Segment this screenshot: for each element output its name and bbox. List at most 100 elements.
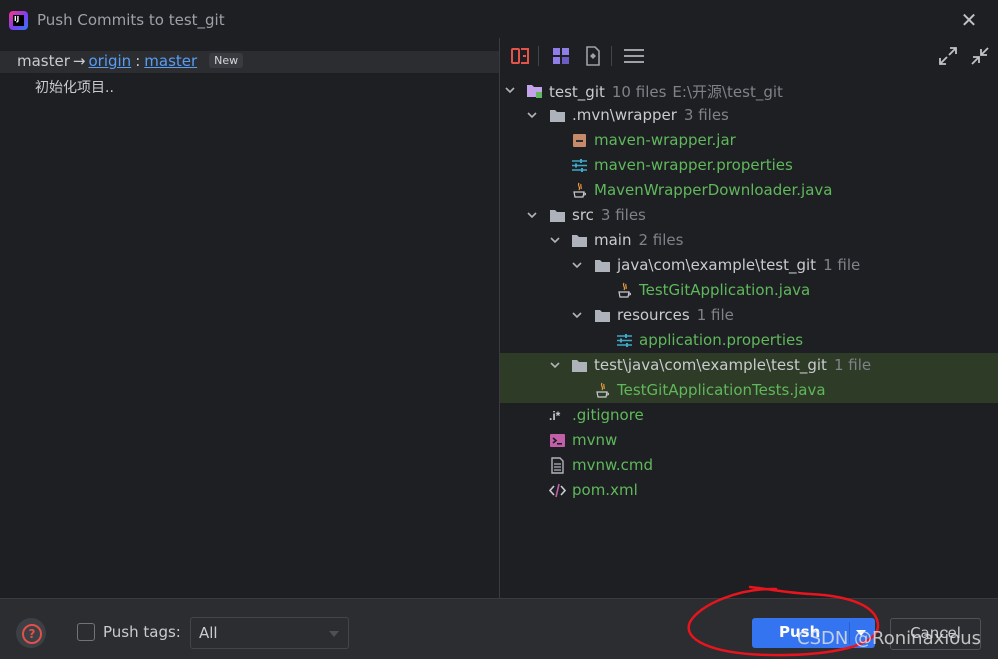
java-icon	[618, 282, 632, 298]
list-view-icon[interactable]	[622, 44, 646, 68]
title-bar: IJ Push Commits to test_git ✕	[0, 0, 998, 42]
folder-count: 1 file	[833, 356, 872, 374]
folder-icon	[595, 310, 610, 322]
tree-file-maven-wrapper-jar[interactable]: maven-wrapper.jar	[500, 128, 998, 153]
tree-file-mvnw[interactable]: mvnw	[500, 428, 998, 453]
new-badge: New	[209, 53, 244, 68]
remote-link[interactable]: origin	[88, 52, 131, 70]
push-arrow: →	[72, 52, 86, 70]
tree-folder-src[interactable]: src 3 files	[500, 203, 998, 228]
folder-name: java\com\example\test_git	[617, 256, 817, 274]
xml-icon	[549, 483, 566, 498]
folder-icon	[550, 110, 565, 122]
folder-name: test\java\com\example\test_git	[594, 356, 827, 374]
chevron-down-icon[interactable]	[548, 358, 562, 372]
properties-icon	[572, 159, 587, 172]
root-count: 10 files	[611, 83, 667, 101]
push-tags-label: Push tags:	[103, 623, 181, 641]
remote-branch-link[interactable]: master	[144, 52, 197, 70]
gitignore-icon: .i*	[549, 409, 561, 423]
expand-all-icon[interactable]	[936, 44, 960, 68]
tree-file-pom-xml[interactable]: pom.xml	[500, 478, 998, 503]
folder-count: 1 file	[823, 256, 861, 274]
chevron-down-icon[interactable]	[503, 83, 517, 97]
terminal-icon	[550, 434, 565, 447]
window-title: Push Commits to test_git	[37, 11, 225, 29]
push-tags-select[interactable]: All	[190, 617, 349, 649]
push-dropdown-icon[interactable]	[856, 630, 866, 636]
file-name: pom.xml	[572, 481, 638, 499]
tree-folder-resources[interactable]: resources 1 file	[500, 303, 998, 328]
chevron-down-icon[interactable]	[525, 208, 539, 222]
tree-file-gitignore[interactable]: .i* .gitignore	[500, 403, 998, 428]
java-icon	[596, 382, 610, 398]
branch-separator: :	[135, 52, 141, 70]
tree-file-mvnw-cmd[interactable]: mvnw.cmd	[500, 453, 998, 478]
folder-name: .mvn\wrapper	[572, 106, 677, 124]
java-icon	[573, 182, 587, 198]
file-name: MavenWrapperDownloader.java	[594, 181, 833, 199]
intellij-app-icon: IJ	[9, 11, 28, 30]
file-name: mvnw.cmd	[572, 456, 654, 474]
branch-row[interactable]: master → origin: master New	[0, 51, 499, 73]
help-button[interactable]: ?	[16, 618, 46, 648]
changes-panel: test_git 10 files E:\开源\test_git .mvn\wrap…	[500, 38, 998, 598]
local-branch: master	[17, 52, 70, 70]
tree-folder-main-java[interactable]: java\com\example\test_git 1 file	[500, 253, 998, 278]
push-label: Push	[779, 623, 821, 641]
collapse-all-icon[interactable]	[968, 44, 992, 68]
show-diff-icon[interactable]	[508, 44, 532, 68]
file-name: application.properties	[639, 331, 804, 349]
dialog-footer: ? Push tags: All Push Cancel	[0, 598, 998, 659]
text-file-icon	[551, 457, 564, 474]
module-folder-icon	[527, 85, 542, 98]
tree-file-maven-wrapper-properties[interactable]: maven-wrapper.properties	[500, 153, 998, 178]
chevron-down-icon[interactable]	[525, 108, 539, 122]
help-icon: ?	[22, 624, 42, 644]
tree-file-testgitapplication[interactable]: TestGitApplication.java	[500, 278, 998, 303]
push-tags-checkbox[interactable]	[77, 623, 95, 641]
file-name: mvnw	[572, 431, 618, 449]
properties-icon	[617, 334, 632, 347]
folder-icon	[572, 235, 587, 247]
folder-icon	[595, 260, 610, 272]
commit-item[interactable]: 初始化项目..	[35, 77, 114, 97]
chevron-down-icon[interactable]	[548, 233, 562, 247]
tree-folder-main[interactable]: main 2 files	[500, 228, 998, 253]
tree-file-testgitapplicationtests[interactable]: TestGitApplicationTests.java	[500, 378, 998, 403]
folder-name: src	[572, 206, 594, 224]
file-name: .gitignore	[572, 406, 644, 424]
tree-folder-test-java[interactable]: test\java\com\example\test_git 1 file	[500, 353, 998, 378]
cancel-button[interactable]: Cancel	[890, 618, 981, 650]
folder-icon	[572, 360, 587, 372]
file-name: TestGitApplicationTests.java	[617, 381, 826, 399]
file-diff-icon[interactable]	[581, 44, 605, 68]
push-tags-value: All	[199, 624, 218, 642]
file-name: maven-wrapper.jar	[594, 131, 736, 149]
chevron-down-icon	[329, 631, 339, 637]
tree-root[interactable]: test_git 10 files E:\开源\test_git	[500, 78, 998, 103]
cancel-label: Cancel	[910, 624, 961, 642]
chevron-down-icon[interactable]	[570, 258, 584, 272]
group-by-icon[interactable]	[549, 44, 573, 68]
folder-count: 3 files	[683, 106, 729, 124]
folder-name: main	[594, 231, 632, 249]
chevron-down-icon[interactable]	[570, 308, 584, 322]
tree-file-mavenwrapperdownloader[interactable]: MavenWrapperDownloader.java	[500, 178, 998, 203]
push-button[interactable]: Push	[752, 618, 875, 648]
folder-icon	[550, 210, 565, 222]
tree-folder-mvn[interactable]: .mvn\wrapper 3 files	[500, 103, 998, 128]
file-name: TestGitApplication.java	[639, 281, 811, 299]
folder-name: resources	[617, 306, 690, 324]
jar-icon	[573, 134, 586, 147]
close-icon[interactable]: ✕	[958, 9, 980, 31]
folder-count: 2 files	[638, 231, 684, 249]
tree-file-application-properties[interactable]: application.properties	[500, 328, 998, 353]
svg-text:.i*: .i*	[549, 409, 561, 423]
folder-count: 3 files	[600, 206, 646, 224]
commits-panel: master → origin: master New 初始化项目..	[0, 42, 499, 598]
folder-count: 1 file	[696, 306, 734, 324]
root-path: E:\开源\test_git	[672, 83, 783, 101]
changes-toolbar	[500, 38, 998, 74]
root-name: test_git	[549, 83, 605, 101]
